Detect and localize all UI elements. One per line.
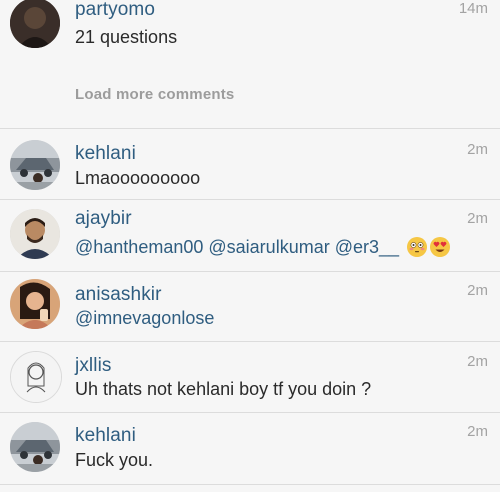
comment-item: kehlani Lmaooooooooo 2m — [0, 129, 500, 199]
comment-timestamp: 2m — [467, 353, 488, 370]
mention-link[interactable]: @imnevagonlose — [75, 308, 214, 328]
comment-item: ajaybir @hantheman00 @saiarulkumar @er3_… — [0, 200, 500, 270]
avatar[interactable] — [10, 0, 60, 48]
comments-feed: partyomo 21 questions 14m Load more comm… — [0, 0, 500, 492]
comment-username[interactable]: partyomo — [75, 0, 155, 21]
comment-item: kehlani Fuck you. 2m — [0, 413, 500, 492]
avatar[interactable] — [10, 422, 60, 472]
comment-username[interactable]: jxllis — [75, 355, 112, 377]
mention-link[interactable]: @saiarulkumar — [208, 237, 329, 257]
comment-timestamp: 2m — [467, 210, 488, 227]
avatar[interactable] — [10, 279, 60, 329]
comment-text: Lmaooooooooo — [75, 168, 201, 188]
mention-link[interactable]: @hantheman00 — [75, 237, 203, 257]
comment-username[interactable]: kehlani — [75, 143, 136, 165]
comment-item: anisashkir @imnevagonlose 2m — [0, 272, 500, 342]
heart-eyes-emoji — [430, 237, 451, 257]
comment-username[interactable]: ajaybir — [75, 208, 132, 230]
comment-timestamp: 2m — [467, 141, 488, 158]
comment-timestamp: 14m — [458, 0, 488, 17]
comment-username[interactable]: anisashkir — [75, 284, 162, 306]
avatar[interactable] — [10, 351, 62, 403]
comment-username[interactable]: kehlani — [75, 425, 136, 447]
comment-text: Uh thats not kehlani boy tf you doin ? — [75, 379, 372, 399]
comment-text: Fuck you. — [75, 450, 154, 470]
divider — [0, 484, 500, 485]
comment-timestamp: 2m — [467, 282, 488, 299]
avatar[interactable] — [10, 140, 60, 190]
flushed-face-emoji — [407, 237, 428, 257]
mention-link[interactable]: @er3__ — [335, 237, 399, 257]
comment-text: @hantheman00 @saiarulkumar @er3__ — [75, 237, 451, 258]
comment-text: 21 questions — [75, 27, 178, 47]
load-more-comments-link[interactable]: Load more comments — [75, 86, 234, 103]
comment-timestamp: 2m — [467, 423, 488, 440]
avatar[interactable] — [10, 209, 60, 259]
comment-item: partyomo 21 questions 14m — [0, 0, 500, 60]
comment-text: @imnevagonlose — [75, 308, 214, 329]
comment-item: jxllis Uh thats not kehlani boy tf you d… — [0, 342, 500, 414]
